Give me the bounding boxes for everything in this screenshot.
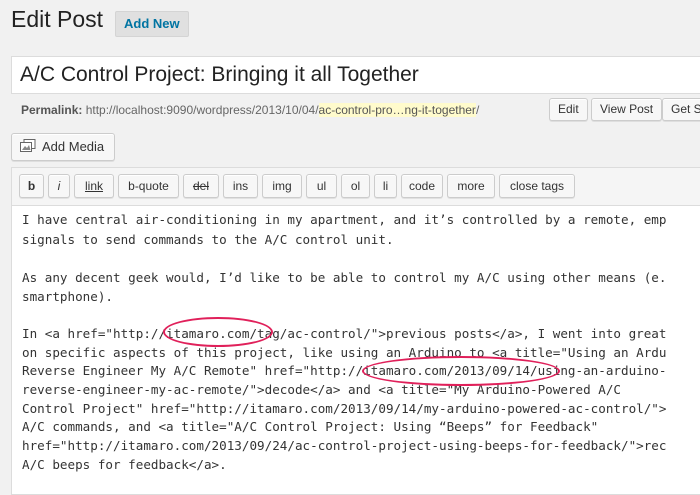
qt-ins-button[interactable]: ins — [223, 174, 258, 198]
permalink-edit-button[interactable]: Edit — [549, 98, 588, 121]
editor-line: Reverse Engineer My A/C Remote" href="ht… — [22, 363, 667, 378]
add-new-button[interactable]: Add New — [115, 11, 189, 37]
add-media-button[interactable]: Add Media — [11, 133, 116, 161]
permalink-label: Permalink: — [21, 103, 83, 117]
permalink-row: Permalink: http://localhost:9090/wordpre… — [21, 99, 479, 123]
qt-close-tags-button[interactable]: close tags — [499, 174, 575, 198]
editor-line: signals to send commands to the A/C cont… — [22, 232, 394, 247]
editor-line: reverse-engineer-my-ac-remote/">decode</… — [22, 382, 621, 397]
qt-li-button[interactable]: li — [374, 174, 397, 198]
qt-link-button[interactable]: link — [74, 174, 114, 198]
editor-line: smartphone). — [22, 289, 113, 304]
editor-line: In <a href="http://itamaro.com/tag/ac-co… — [22, 326, 667, 341]
permalink-base: http://localhost:9090/wordpress/2013/10/… — [85, 103, 319, 117]
permalink-slug[interactable]: ac-control-pro…ng-it-together — [318, 103, 476, 117]
get-shortlink-button[interactable]: Get Sh — [662, 98, 700, 121]
editor-line: A/C commands, and <a title="A/C Control … — [22, 419, 599, 434]
media-icon — [20, 136, 36, 152]
editor-line: A/C beeps for feedback</a>. — [22, 457, 227, 472]
qt-bquote-button[interactable]: b-quote — [118, 174, 179, 198]
qt-del-button[interactable]: del — [183, 174, 219, 198]
editor-line: href="http://itamaro.com/2013/09/24/ac-c… — [22, 438, 667, 453]
qt-bold-button[interactable]: b — [19, 174, 44, 198]
add-media-label: Add Media — [42, 139, 105, 154]
permalink-trail: / — [475, 103, 480, 117]
editor-line: As any decent geek would, I’d like to be… — [22, 270, 667, 285]
post-title-input[interactable]: A/C Control Project: Bringing it all Tog… — [11, 56, 700, 94]
qt-code-button[interactable]: code — [401, 174, 443, 198]
qt-more-button[interactable]: more — [447, 174, 495, 198]
content-editor-textarea[interactable]: I have central air-conditioning in my ap… — [11, 205, 700, 495]
qt-ul-button[interactable]: ul — [306, 174, 337, 198]
quicktags-toolbar: b i link b-quote del ins img ul ol li co… — [11, 167, 700, 205]
qt-italic-button[interactable]: i — [48, 174, 70, 198]
editor-line: Control Project" href="http://itamaro.co… — [22, 401, 667, 416]
qt-img-button[interactable]: img — [262, 174, 302, 198]
view-post-button[interactable]: View Post — [591, 98, 663, 121]
editor-line: on specific aspects of this project, lik… — [22, 345, 667, 360]
page-title: Edit Post — [11, 6, 104, 32]
qt-ol-button[interactable]: ol — [341, 174, 370, 198]
editor-line: I have central air-conditioning in my ap… — [22, 212, 667, 227]
